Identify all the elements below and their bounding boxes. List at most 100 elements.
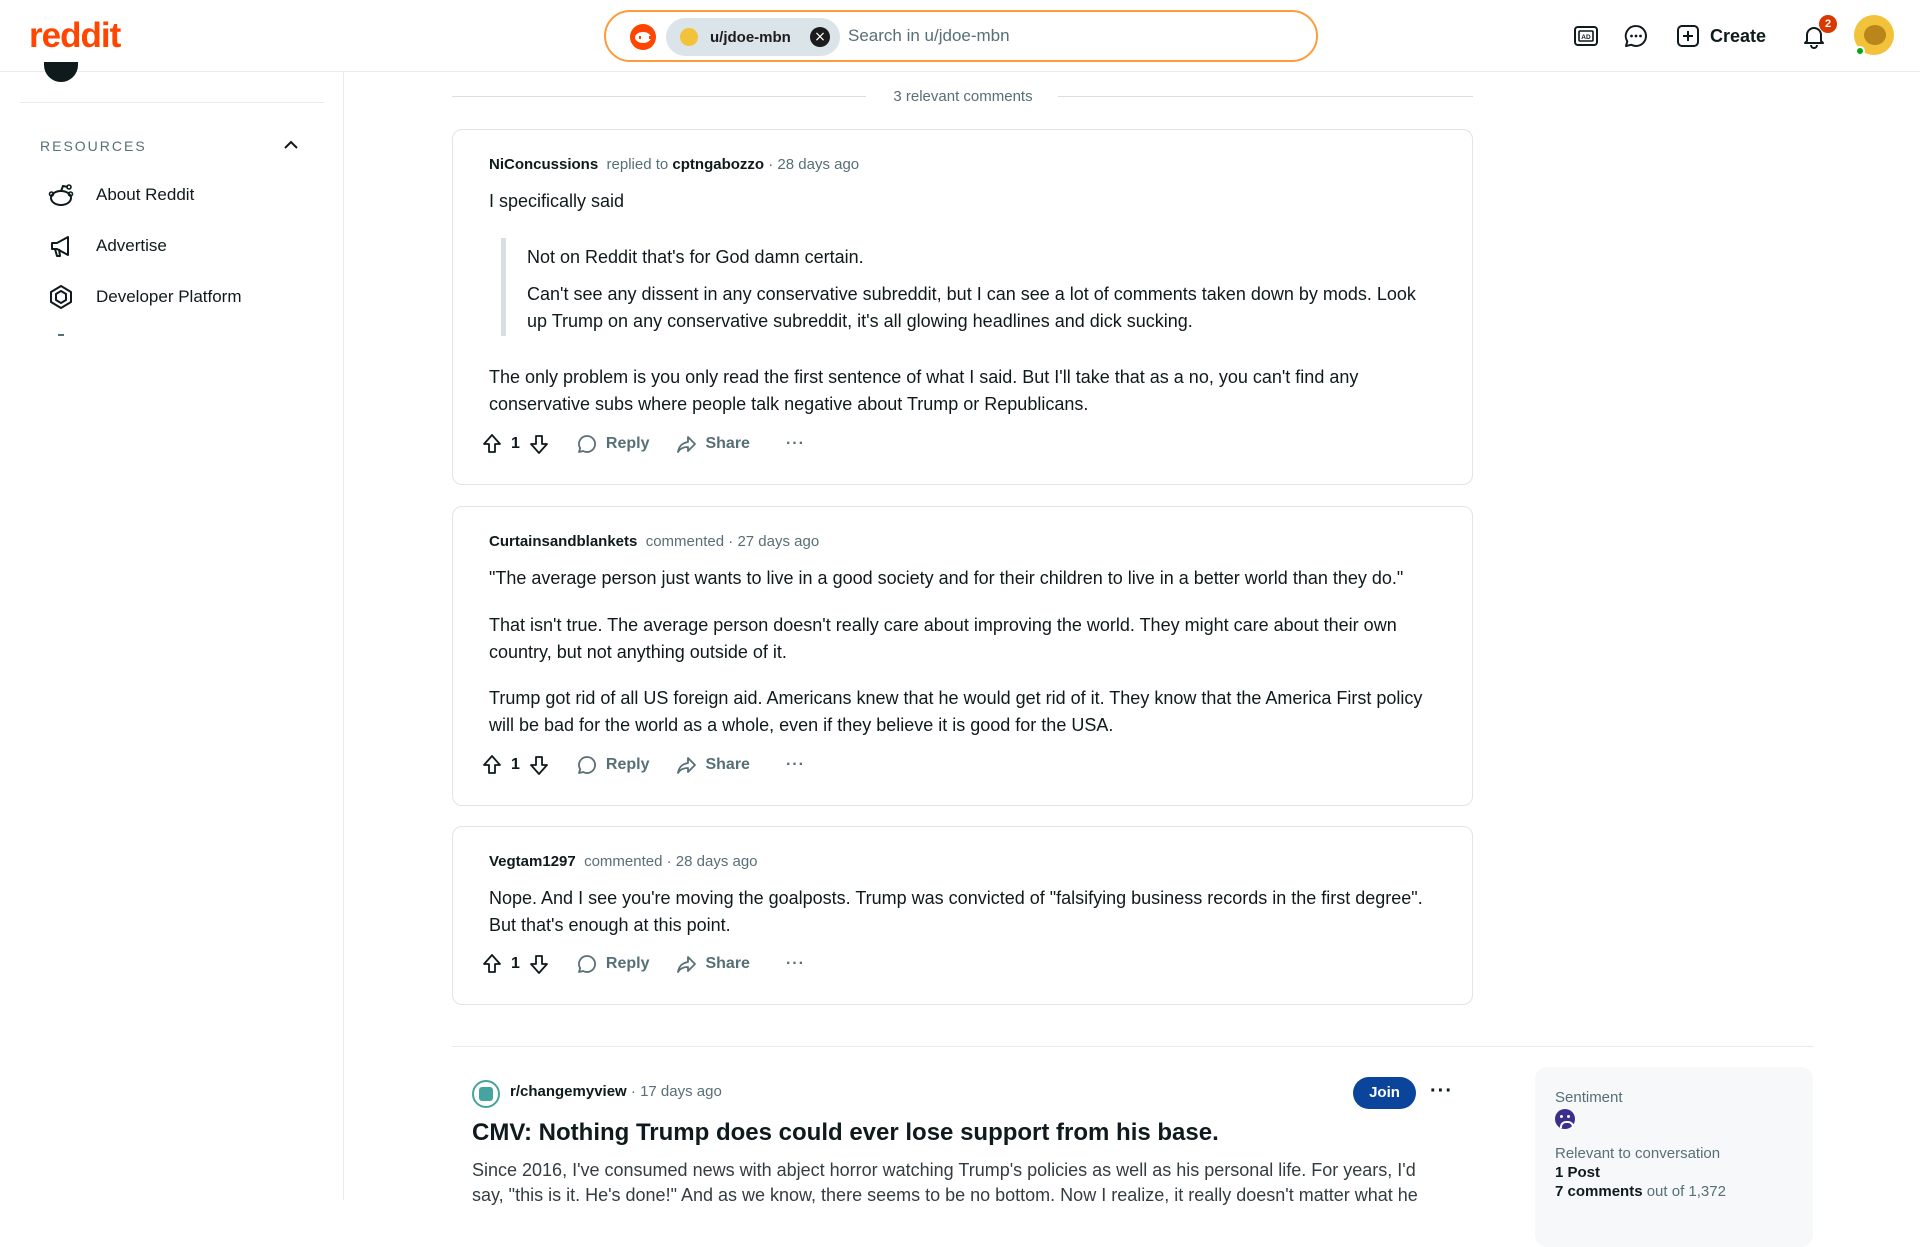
vote-count: 1 — [511, 435, 520, 452]
comment-time: 28 days ago — [675, 853, 758, 870]
post-meta: r/changemyview · 17 days ago — [510, 1083, 722, 1100]
reply-label: Reply — [605, 756, 650, 773]
comment-meta: Curtainsandblankets commented · 27 days … — [489, 533, 820, 550]
vote-group: 1 — [481, 953, 550, 975]
reply-button[interactable]: Reply — [576, 433, 650, 455]
chat-icon[interactable] — [1620, 20, 1652, 52]
upvote-icon[interactable] — [481, 754, 503, 776]
reddit-logo[interactable]: reddit — [29, 16, 121, 56]
sidebar-item-label: About Reddit — [96, 185, 195, 204]
sentiment-panel: Sentiment Relevant to conversation 1 Pos… — [1535, 1067, 1813, 1247]
downvote-icon[interactable] — [528, 433, 550, 455]
user-avatar-small — [680, 28, 698, 46]
reddit-alien-icon — [48, 184, 74, 206]
create-label: Create — [1710, 25, 1767, 46]
share-button[interactable]: Share — [675, 433, 750, 455]
comment-author[interactable]: NiConcussions — [489, 156, 598, 173]
comment-actions: 1 Reply Share ··· — [481, 429, 805, 459]
comment-text: "The average person just wants to live i… — [489, 568, 1404, 588]
comment-bubble-icon — [578, 435, 596, 453]
search-scope-chip[interactable]: u/jdoe-mbn × — [666, 18, 840, 56]
reply-button[interactable]: Reply — [576, 953, 650, 975]
comment-time: 28 days ago — [777, 156, 860, 173]
comment-text: I specifically said — [489, 191, 625, 211]
share-icon — [677, 436, 697, 453]
partial-icon — [44, 62, 78, 82]
share-icon — [677, 956, 697, 973]
subreddit-icon[interactable] — [472, 1080, 500, 1108]
join-button[interactable]: Join — [1353, 1077, 1416, 1109]
post-body-preview[interactable]: Since 2016, I've consumed news with abje… — [472, 1158, 1452, 1208]
reply-label: Reply — [605, 955, 650, 972]
post-title[interactable]: CMV: Nothing Trump does could ever lose … — [472, 1119, 1219, 1147]
negative-sentiment-icon — [1555, 1109, 1575, 1129]
post-time: 17 days ago — [640, 1083, 722, 1100]
vote-group: 1 — [481, 754, 550, 776]
comment-text: Nope. And I see you're moving the goalpo… — [489, 888, 1423, 935]
clear-scope-icon[interactable]: × — [810, 27, 830, 47]
search-bar[interactable]: u/jdoe-mbn × — [604, 10, 1318, 62]
upvote-icon[interactable] — [481, 433, 503, 455]
sidebar-item-label: Advertise — [96, 236, 167, 255]
relevant-post-count: 1 Post — [1555, 1164, 1601, 1181]
svg-text:AD: AD — [1581, 34, 1591, 41]
sidebar-item-advertise[interactable]: Advertise — [48, 226, 167, 266]
left-sidebar: RESOURCES About Reddit Advertise Develop… — [0, 62, 344, 1200]
comment-text: That isn't true. The average person does… — [489, 615, 1397, 662]
comment-author[interactable]: Curtainsandblankets — [489, 533, 637, 550]
more-options-button[interactable]: ··· — [786, 756, 805, 774]
reply-target-user[interactable]: cptngabozzo — [672, 156, 764, 173]
comment-card[interactable]: Curtainsandblankets commented · 27 days … — [452, 506, 1473, 806]
vote-count: 1 — [511, 756, 520, 773]
more-options-button[interactable]: ··· — [786, 955, 805, 973]
relevant-comments-label: 3 relevant comments — [893, 88, 1033, 105]
comment-text: The only problem is you only read the fi… — [489, 367, 1359, 414]
comment-text: Trump got rid of all US foreign aid. Ame… — [489, 688, 1423, 735]
megaphone-icon — [51, 236, 69, 257]
reply-label: Reply — [605, 435, 650, 452]
relevance-label: Relevant to conversation — [1555, 1145, 1721, 1162]
plus-icon — [1677, 25, 1699, 47]
notification-badge: 2 — [1819, 15, 1837, 33]
sidebar-item-developer-platform[interactable]: Developer Platform — [48, 277, 242, 317]
share-button[interactable]: Share — [675, 953, 750, 975]
comment-action: replied to — [606, 156, 669, 173]
quote-paragraph: Can't see any dissent in any conservativ… — [527, 284, 1416, 331]
chevron-up-icon[interactable] — [282, 136, 300, 154]
sentiment-label: Sentiment — [1555, 1089, 1623, 1106]
post-more-options-button[interactable]: ··· — [1430, 1080, 1453, 1103]
comment-time: 27 days ago — [737, 533, 820, 550]
comment-action: commented — [584, 853, 663, 870]
share-label: Share — [705, 955, 750, 972]
comment-actions: 1 Reply Share ··· — [481, 750, 805, 780]
comment-card[interactable]: Vegtam1297 commented · 28 days ago Nope.… — [452, 826, 1473, 1005]
section-divider — [452, 1046, 1814, 1047]
comment-card[interactable]: NiConcussions replied to cptngabozzo · 2… — [452, 129, 1473, 485]
comment-action: commented — [645, 533, 725, 550]
relevant-divider-right — [1058, 96, 1473, 97]
comment-meta: NiConcussions replied to cptngabozzo · 2… — [489, 156, 860, 173]
comment-bubble-icon — [578, 756, 596, 774]
downvote-icon[interactable] — [528, 754, 550, 776]
share-button[interactable]: Share — [675, 754, 750, 776]
comment-actions: 1 Reply Share ··· — [481, 949, 805, 979]
relevant-comments-total: out of 1,372 — [1646, 1183, 1726, 1200]
share-label: Share — [705, 756, 750, 773]
quote-paragraph: Not on Reddit that's for God damn certai… — [527, 247, 864, 267]
search-scope-label: u/jdoe-mbn — [710, 28, 791, 46]
upvote-icon[interactable] — [481, 953, 503, 975]
search-input[interactable] — [848, 22, 1268, 50]
sidebar-item-about-reddit[interactable]: About Reddit — [48, 175, 194, 215]
reply-button[interactable]: Reply — [576, 754, 650, 776]
comment-meta: Vegtam1297 commented · 28 days ago — [489, 853, 758, 870]
create-button[interactable]: Create — [1676, 20, 1766, 52]
comment-author[interactable]: Vegtam1297 — [489, 853, 576, 870]
subreddit-name[interactable]: r/changemyview — [510, 1083, 627, 1100]
resources-section-title[interactable]: RESOURCES — [40, 138, 147, 154]
advertise-icon[interactable]: AD — [1570, 20, 1602, 52]
reddit-snoo-icon — [630, 24, 656, 50]
more-options-button[interactable]: ··· — [786, 435, 805, 453]
relevant-comment-count: 7 comments out of 1,372 — [1555, 1183, 1726, 1200]
vote-group: 1 — [481, 433, 550, 455]
downvote-icon[interactable] — [528, 953, 550, 975]
